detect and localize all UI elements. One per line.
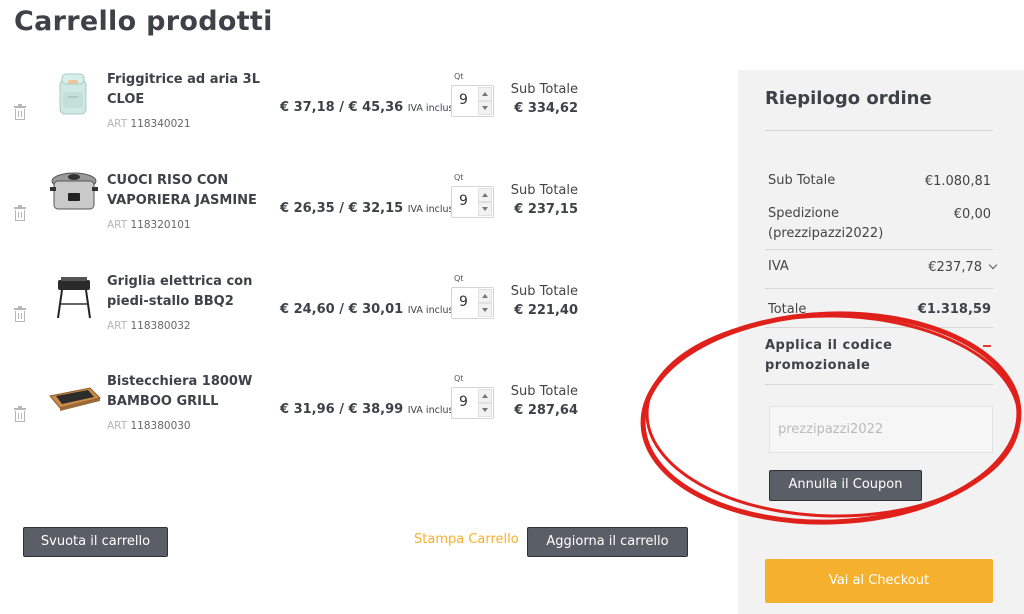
cart-item: Griglia elettrica con piedi-stallo BBQ2 … [0,264,720,364]
checkout-button[interactable]: Vai al Checkout [765,559,993,603]
cart-item: CUOCI RISO CON VAPORIERA JASMINE ART 118… [0,163,720,263]
increment-icon[interactable] [478,289,492,303]
summary-shipping-value: €0,00 [953,207,991,222]
summary-subtotal-label: Sub Totale [768,173,836,188]
trash-icon[interactable] [14,406,26,422]
item-subtotal: Sub Totale € 237,15 [510,183,578,217]
coupon-input[interactable]: prezzipazzi2022 [769,406,993,453]
item-subtotal: Sub Totale € 221,40 [510,284,578,318]
quantity-stepper[interactable]: 9 [451,85,494,117]
increment-icon[interactable] [478,389,492,403]
qty-label: Qt [454,72,464,81]
unit-price: € 24,60 / € 30,01 IVA inclusa [280,302,460,317]
cancel-coupon-button[interactable]: Annulla il Coupon [769,470,922,501]
increment-icon[interactable] [478,87,492,101]
page-title: Carrello prodotti [14,6,273,37]
quantity-stepper[interactable]: 9 [451,287,494,319]
unit-price: € 26,35 / € 32,15 IVA inclusa [280,201,460,216]
product-name[interactable]: Griglia elettrica con piedi-stallo BBQ2 [107,272,282,312]
product-name[interactable]: CUOCI RISO CON VAPORIERA JASMINE [107,171,282,211]
product-art: ART 118380030 [107,420,191,432]
quantity-stepper[interactable]: 9 [451,387,494,419]
product-art: ART 118320101 [107,219,191,231]
divider [765,288,993,289]
summary-total-label: Totale [768,302,807,317]
qty-label: Qt [454,274,464,283]
summary-subtotal-value: €1.080,81 [924,174,991,189]
update-cart-button[interactable]: Aggiorna il carrello [527,527,688,557]
summary-vat-label: IVA [768,259,789,274]
summary-title: Riepilogo ordine [765,88,932,109]
product-image-electric-grill[interactable] [46,268,102,320]
order-summary: Riepilogo ordine Sub Totale €1.080,81 Sp… [738,70,1024,614]
divider [765,327,993,328]
empty-cart-button[interactable]: Svuota il carrello [23,527,168,557]
collapse-minus-icon[interactable] [983,345,991,347]
quantity-value[interactable]: 9 [459,92,468,108]
unit-price: € 31,96 / € 38,99 IVA inclusa [280,402,460,417]
product-art: ART 118340021 [107,118,191,130]
summary-vat-value: €237,78 [928,260,982,275]
quantity-value[interactable]: 9 [459,193,468,209]
qty-label: Qt [454,374,464,383]
trash-icon[interactable] [14,205,26,221]
chevron-down-icon[interactable] [988,260,998,270]
quantity-value[interactable]: 9 [459,394,468,410]
cart-item: Friggitrice ad aria 3L CLOE ART 11834002… [0,62,720,162]
qty-label: Qt [454,173,464,182]
product-art: ART 118380032 [107,320,191,332]
item-subtotal: Sub Totale € 287,64 [510,384,578,418]
product-image-air-fryer[interactable] [46,66,102,118]
quantity-stepper[interactable]: 9 [451,186,494,218]
decrement-icon[interactable] [478,303,492,317]
summary-total-value: €1.318,59 [917,302,991,317]
cart-item: Bistecchiera 1800W BAMBOO GRILL ART 1183… [0,364,720,464]
item-subtotal: Sub Totale € 334,62 [510,82,578,116]
product-name[interactable]: Bistecchiera 1800W BAMBOO GRILL [107,372,282,412]
decrement-icon[interactable] [478,101,492,115]
increment-icon[interactable] [478,188,492,202]
divider [765,384,993,385]
divider [765,130,993,131]
summary-vat-toggle[interactable]: €237,78 [928,260,998,275]
product-image-bamboo-grill[interactable] [46,368,102,420]
decrement-icon[interactable] [478,403,492,417]
decrement-icon[interactable] [478,202,492,216]
trash-icon[interactable] [14,306,26,322]
product-name[interactable]: Friggitrice ad aria 3L CLOE [107,70,282,110]
summary-shipping-label: Spedizione (prezzipazzi2022) [768,206,884,241]
divider [765,249,993,250]
promo-code-title[interactable]: Applica il codice promozionale [765,336,965,376]
print-cart-link[interactable]: Stampa Carrello [414,532,519,547]
product-image-rice-cooker[interactable] [46,167,102,219]
trash-icon[interactable] [14,104,26,120]
unit-price: € 37,18 / € 45,36 IVA inclusa [280,100,460,115]
quantity-value[interactable]: 9 [459,294,468,310]
